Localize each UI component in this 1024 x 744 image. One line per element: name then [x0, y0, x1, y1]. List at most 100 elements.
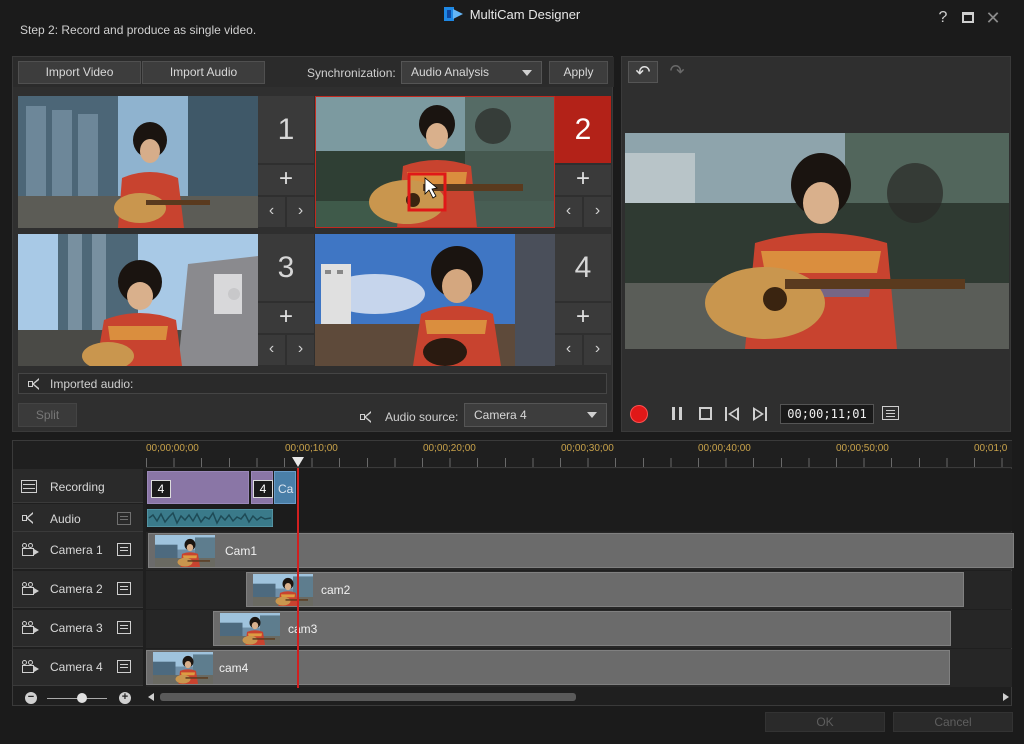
add-camera-button[interactable]: +	[258, 165, 314, 195]
recording-clip[interactable]: 4	[251, 471, 273, 504]
apply-button[interactable]: Apply	[549, 61, 608, 84]
camera-3-lane[interactable]: cam3	[146, 610, 1012, 648]
timeline-scrollbar[interactable]	[146, 691, 1012, 705]
next-camera-button[interactable]: ›	[287, 197, 314, 227]
zoom-slider-handle[interactable]	[76, 693, 87, 703]
cancel-button[interactable]: Cancel	[893, 712, 1013, 732]
next-frame-button[interactable]	[752, 406, 768, 422]
import-video-button[interactable]: Import Video	[18, 61, 141, 84]
track-label: Audio	[50, 512, 81, 526]
track-options-icon[interactable]	[117, 621, 131, 634]
track-options-icon[interactable]	[117, 512, 131, 525]
camera-clip[interactable]: cam3	[213, 611, 951, 646]
undo-toolbar: ↶ ↷	[622, 57, 1012, 87]
playhead-line[interactable]	[297, 468, 299, 688]
track-label: Recording	[50, 480, 105, 494]
ruler-tick-label: 00;01;0	[974, 443, 1008, 454]
camera-number[interactable]: 2	[555, 96, 611, 163]
playhead-handle[interactable]	[292, 457, 304, 467]
camera-tile-3[interactable]: 3 + ‹ ›	[18, 234, 314, 366]
camera-clip[interactable]: Cam1	[148, 533, 1014, 568]
camera-3-view[interactable]	[18, 234, 258, 366]
multicam-logo-icon	[443, 7, 466, 21]
scrollbar-thumb[interactable]	[160, 693, 576, 701]
timeline: 00;00;00;00 00;00;10;00 00;00;20;00 00;0…	[12, 440, 1014, 706]
stop-button[interactable]	[699, 407, 712, 420]
record-button[interactable]	[630, 405, 648, 423]
track-options-icon[interactable]	[117, 543, 131, 556]
camera-tile-2[interactable]: 2 + ‹ ›	[315, 96, 611, 228]
sync-label: Synchronization:	[307, 66, 396, 80]
camera-2-controls: 2 + ‹ ›	[555, 96, 611, 228]
camera-3-controls: 3 + ‹ ›	[258, 234, 314, 366]
pause-button[interactable]	[672, 407, 684, 421]
recording-clip[interactable]: 4	[147, 471, 249, 504]
imported-audio-bar[interactable]: Imported audio:	[18, 373, 607, 394]
import-audio-button[interactable]: Import Audio	[142, 61, 265, 84]
split-button[interactable]: Split	[18, 403, 77, 427]
add-camera-button[interactable]: +	[555, 165, 611, 195]
add-camera-button[interactable]: +	[555, 303, 611, 333]
audio-waveform[interactable]	[147, 509, 273, 527]
clip-label: cam2	[321, 583, 351, 597]
scroll-left-icon[interactable]	[148, 693, 154, 701]
audio-lane[interactable]	[146, 507, 1012, 531]
redo-button[interactable]: ↷	[662, 61, 692, 83]
close-button[interactable]: ✕	[983, 8, 1003, 28]
recording-lane[interactable]: 4 4 Ca	[146, 469, 1012, 507]
camera-4-view[interactable]	[315, 234, 555, 366]
undo-button[interactable]: ↶	[628, 61, 658, 83]
zoom-in-button[interactable]: +	[119, 692, 131, 704]
clip-label: Cam1	[225, 544, 258, 558]
clip-label: cam3	[288, 622, 318, 636]
next-camera-button[interactable]: ›	[584, 197, 611, 227]
recording-clip[interactable]: Ca	[274, 471, 296, 504]
prev-camera-button[interactable]: ‹	[258, 197, 285, 227]
track-head-audio[interactable]: Audio	[13, 504, 143, 532]
add-camera-button[interactable]: +	[258, 303, 314, 333]
camera-2-lane[interactable]: cam2	[146, 571, 1012, 609]
camera-2-view[interactable]	[315, 96, 555, 228]
ok-button[interactable]: OK	[765, 712, 885, 732]
camera-number[interactable]: 3	[258, 234, 314, 301]
timeline-ruler[interactable]: 00;00;00;00 00;00;10;00 00;00;20;00 00;0…	[146, 441, 1012, 468]
camera-1-controls: 1 + ‹ ›	[258, 96, 314, 228]
prev-camera-button[interactable]: ‹	[555, 335, 582, 365]
track-options-icon[interactable]	[117, 582, 131, 595]
prev-camera-button[interactable]: ‹	[258, 335, 285, 365]
preview-panel: ↶ ↷ 00;00;11;01	[621, 56, 1011, 432]
track-head-camera-3[interactable]: Camera 3	[13, 610, 143, 647]
camera-4-lane[interactable]: cam4	[146, 649, 1012, 687]
camera-1-view[interactable]	[18, 96, 258, 228]
sync-select[interactable]: Audio Analysis	[401, 61, 542, 84]
scroll-right-icon[interactable]	[1003, 693, 1009, 701]
camera-number[interactable]: 4	[555, 234, 611, 301]
preview-video[interactable]	[625, 133, 1009, 349]
camera-number[interactable]: 1	[258, 96, 314, 163]
video-camera-icon	[22, 621, 40, 635]
dropdown-arrow-icon	[587, 412, 597, 418]
maximize-button[interactable]	[958, 8, 978, 28]
camera-tile-4[interactable]: 4 + ‹ ›	[315, 234, 611, 366]
zoom-out-button[interactable]: −	[25, 692, 37, 704]
track-head-camera-2[interactable]: Camera 2	[13, 571, 143, 608]
track-head-camera-4[interactable]: Camera 4	[13, 649, 143, 686]
camera-clip[interactable]: cam2	[246, 572, 964, 607]
camera-1-lane[interactable]: Cam1	[146, 532, 1014, 570]
next-camera-button[interactable]: ›	[287, 335, 314, 365]
ruler-tick-label: 00;00;50;00	[836, 443, 889, 454]
track-head-recording[interactable]: Recording	[13, 469, 143, 503]
ruler-tick-label: 00;00;30;00	[561, 443, 614, 454]
previous-frame-button[interactable]	[724, 406, 740, 422]
audio-source-select[interactable]: Camera 4	[464, 403, 607, 427]
maximize-icon	[962, 12, 974, 23]
track-head-camera-1[interactable]: Camera 1	[13, 532, 143, 569]
track-options-icon[interactable]	[117, 660, 131, 673]
camera-tile-1[interactable]: 1 + ‹ ›	[18, 96, 314, 228]
help-button[interactable]: ?	[933, 8, 953, 28]
next-camera-button[interactable]: ›	[584, 335, 611, 365]
camera-clip[interactable]: cam4	[146, 650, 950, 685]
timecode-display[interactable]: 00;00;11;01	[780, 404, 874, 424]
prev-camera-button[interactable]: ‹	[555, 197, 582, 227]
list-icon[interactable]	[882, 406, 899, 420]
